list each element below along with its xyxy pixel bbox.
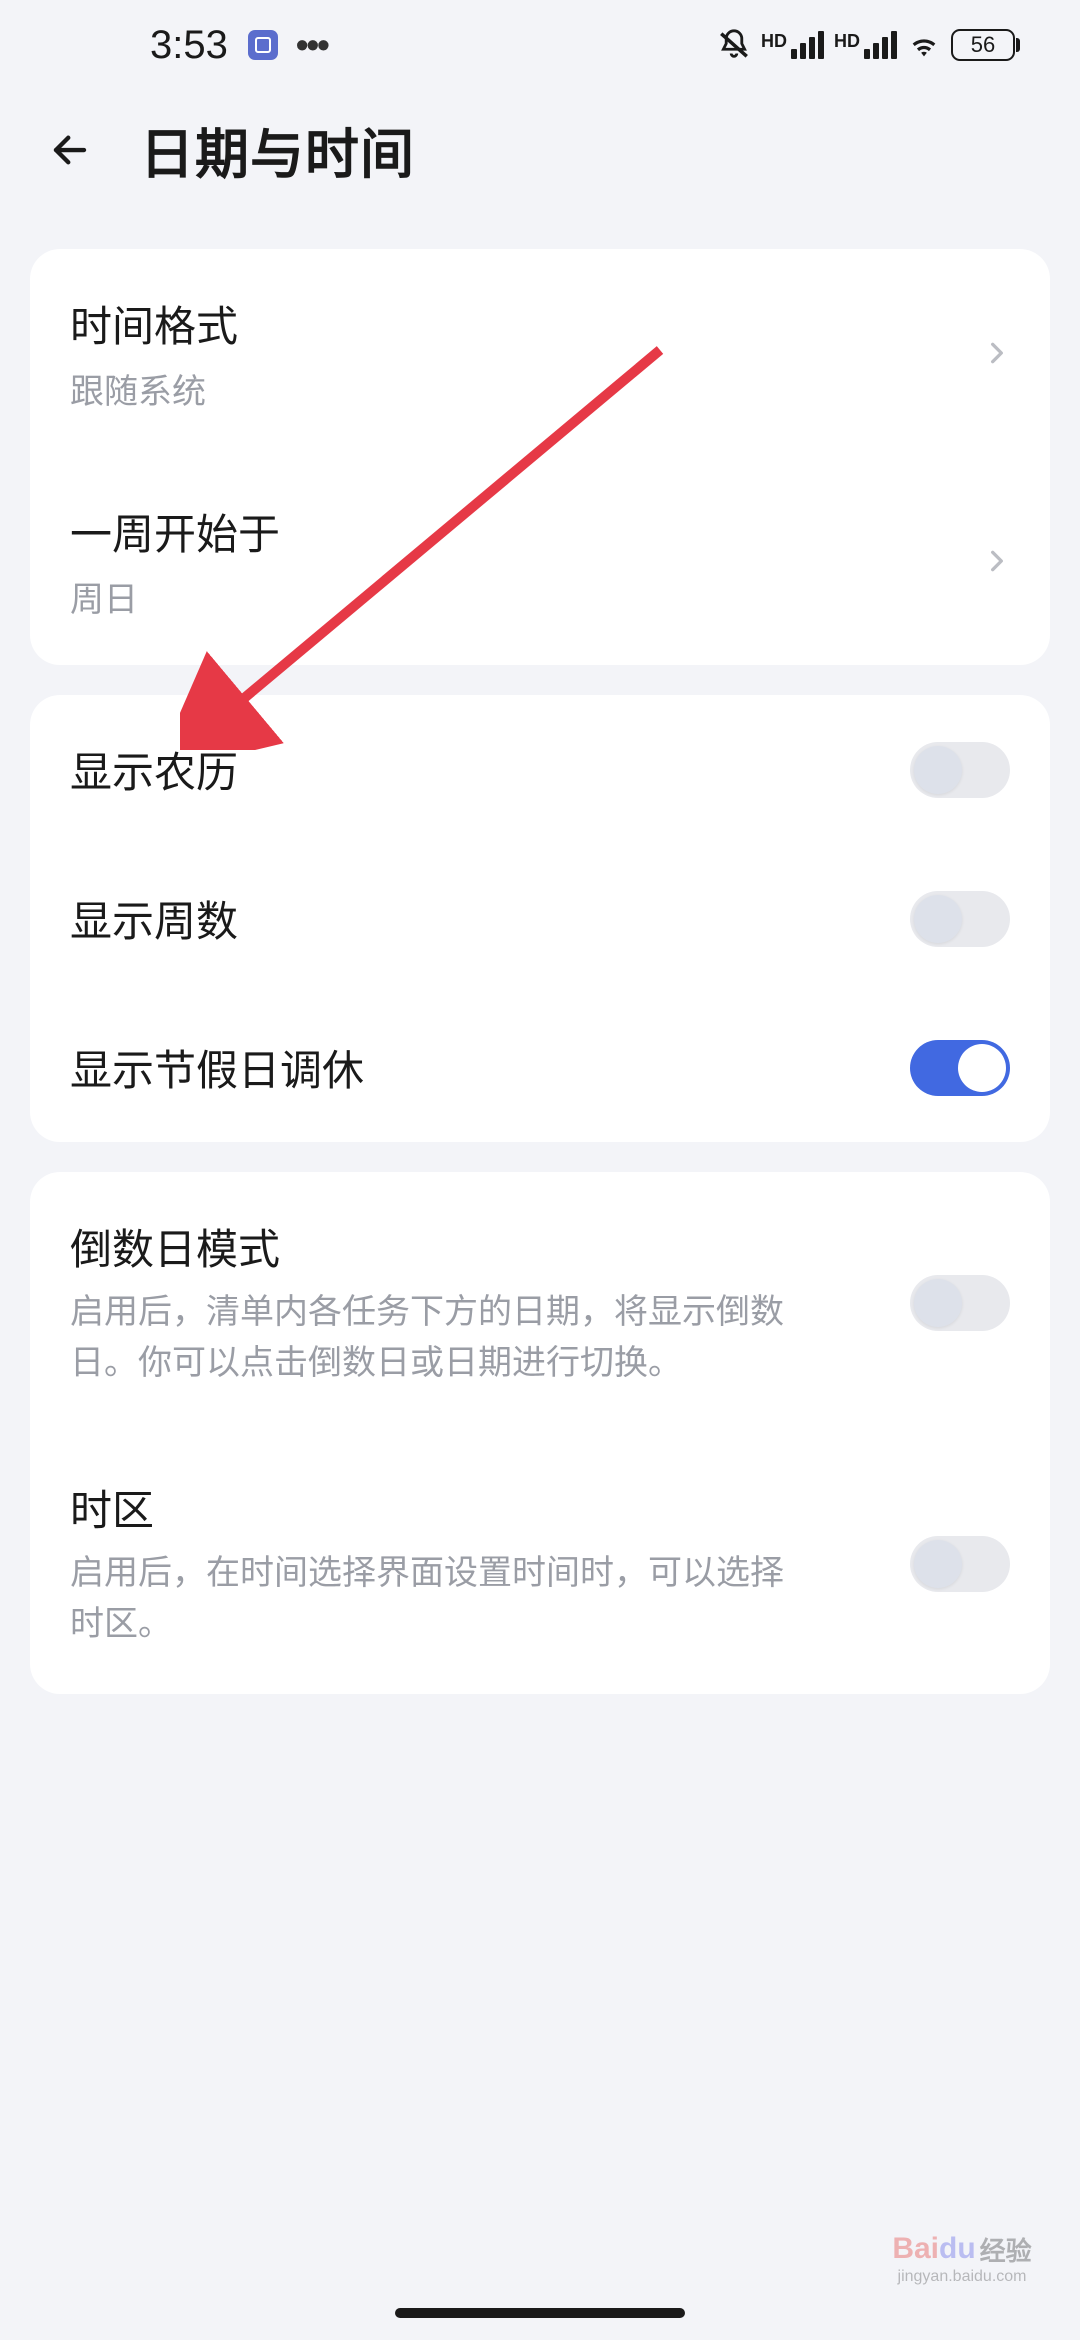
chevron-right-icon (984, 548, 1010, 574)
show-lunar-row[interactable]: 显示农历 (30, 695, 1050, 844)
show-week-num-row[interactable]: 显示周数 (30, 844, 1050, 993)
battery-level: 56 (971, 32, 995, 58)
hd-label-1: HD (761, 31, 787, 52)
home-indicator[interactable] (395, 2308, 685, 2318)
countdown-toggle[interactable] (910, 1275, 1010, 1331)
countdown-title: 倒数日模式 (70, 1216, 910, 1277)
timezone-title: 时区 (70, 1477, 910, 1538)
settings-group-3: 倒数日模式 启用后，清单内各任务下方的日期，将显示倒数日。你可以点击倒数日或日期… (30, 1172, 1050, 1694)
time-format-row[interactable]: 时间格式 跟随系统 (30, 249, 1050, 457)
show-holiday-row[interactable]: 显示节假日调休 (30, 993, 1050, 1142)
timezone-row[interactable]: 时区 启用后，在时间选择界面设置时间时，可以选择时区。 (30, 1433, 1050, 1694)
show-lunar-title: 显示农历 (70, 739, 910, 800)
timezone-toggle[interactable] (910, 1536, 1010, 1592)
time-format-subtitle: 跟随系统 (70, 364, 984, 413)
countdown-description: 启用后，清单内各任务下方的日期，将显示倒数日。你可以点击倒数日或日期进行切换。 (70, 1287, 790, 1389)
chevron-right-icon (984, 340, 1010, 366)
signal-1: HD (761, 31, 824, 59)
show-holiday-toggle[interactable] (910, 1040, 1010, 1096)
page-header: 日期与时间 (0, 90, 1080, 219)
back-arrow-icon (49, 129, 91, 171)
week-start-row[interactable]: 一周开始于 周日 (30, 457, 1050, 665)
status-time: 3:53 (150, 23, 228, 68)
settings-group-2: 显示农历 显示周数 显示节假日调休 (30, 695, 1050, 1142)
timezone-description: 启用后，在时间选择界面设置时间时，可以选择时区。 (70, 1548, 790, 1650)
show-week-num-title: 显示周数 (70, 888, 910, 949)
wifi-icon (907, 28, 941, 62)
signal-2: HD (834, 31, 897, 59)
status-bar: 3:53 ••• HD HD 56 (0, 0, 1080, 90)
time-format-title: 时间格式 (70, 293, 984, 354)
show-week-num-toggle[interactable] (910, 891, 1010, 947)
watermark: Baidu 经验 jingyan.baidu.com (872, 2224, 1052, 2292)
more-icon: ••• (296, 24, 328, 66)
page-title: 日期与时间 (140, 110, 415, 189)
settings-group-1: 时间格式 跟随系统 一周开始于 周日 (30, 249, 1050, 665)
countdown-row[interactable]: 倒数日模式 启用后，清单内各任务下方的日期，将显示倒数日。你可以点击倒数日或日期… (30, 1172, 1050, 1433)
hd-label-2: HD (834, 31, 860, 52)
show-holiday-title: 显示节假日调休 (70, 1037, 910, 1098)
back-button[interactable] (40, 120, 100, 180)
status-left: 3:53 ••• (150, 23, 328, 68)
week-start-subtitle: 周日 (70, 572, 984, 621)
recent-apps-icon (248, 30, 278, 60)
content-area: 时间格式 跟随系统 一周开始于 周日 显示农历 (0, 219, 1080, 1694)
show-lunar-toggle[interactable] (910, 742, 1010, 798)
mute-icon (717, 28, 751, 62)
status-right: HD HD 56 (717, 28, 1020, 62)
battery-indicator: 56 (951, 29, 1020, 61)
week-start-title: 一周开始于 (70, 501, 984, 562)
